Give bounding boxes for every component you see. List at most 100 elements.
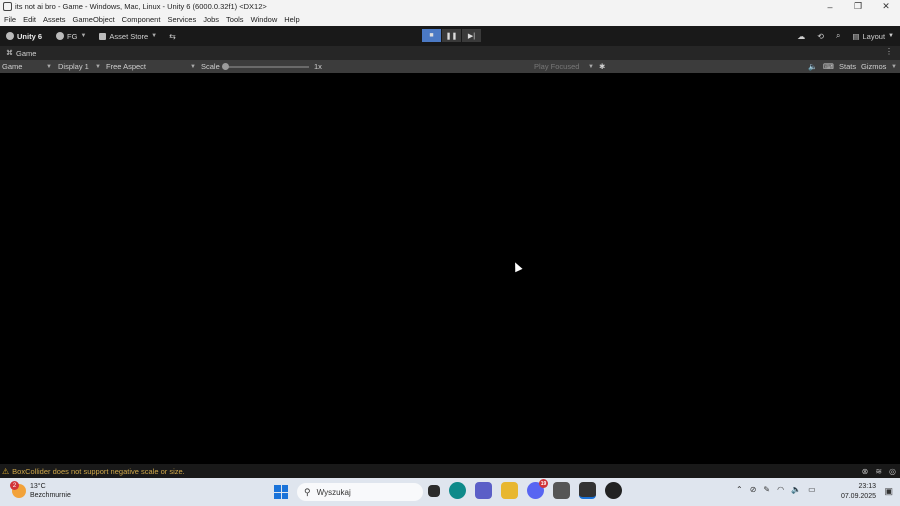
tab-options-icon[interactable]: ⋮ — [885, 47, 893, 56]
tab-game[interactable]: ⌘ Game — [0, 49, 36, 58]
language-icon[interactable]: ✎ — [763, 485, 770, 494]
scale-label: Scale — [201, 62, 220, 71]
history-icon[interactable]: ⟲ — [817, 32, 824, 41]
discord-icon[interactable]: 19 — [527, 479, 548, 499]
gamepad-icon: ⌘ — [6, 50, 13, 57]
network-icon[interactable]: ⊗ — [862, 467, 869, 476]
volume-icon[interactable]: 🔈 — [791, 485, 801, 494]
window-controls: – ❐ ✕ — [816, 0, 900, 13]
scale-slider-handle[interactable] — [222, 63, 229, 70]
wifi-icon[interactable]: ◠ — [777, 485, 784, 494]
menu-help[interactable]: Help — [280, 15, 302, 24]
unity-editor-icon[interactable] — [579, 482, 596, 499]
pause-button[interactable]: ❚❚ — [442, 29, 461, 42]
account-icon — [56, 32, 65, 40]
aspect-label: Free Aspect — [106, 62, 147, 71]
scale-slider[interactable] — [225, 66, 309, 68]
unity-account-button[interactable]: Unity 6 — [6, 32, 42, 41]
layout-dropdown[interactable]: ▤ Layout ▼ — [852, 32, 894, 41]
weather-temperature: 13°C — [30, 483, 46, 490]
menu-gameobject[interactable]: GameObject — [69, 15, 118, 24]
gizmos-label: Gizmos — [861, 62, 887, 71]
menu-file[interactable]: File — [0, 15, 19, 24]
taskbar-clock[interactable]: 23:13 07.09.2025 — [841, 482, 876, 502]
status-icons: ⊗ ≋ ◎ — [862, 464, 896, 478]
cloud-icon[interactable]: ☁ — [797, 32, 805, 41]
system-tray: ⌃ ⊘ ✎ ◠ 🔈 ▭ — [736, 485, 816, 494]
chevron-down-icon: ▼ — [588, 63, 594, 70]
play-button[interactable]: ■ — [422, 29, 441, 42]
menu-tools[interactable]: Tools — [222, 15, 247, 24]
version-control-button[interactable]: ⇆ — [169, 32, 176, 41]
game-viewport[interactable] — [0, 73, 900, 464]
taskbar-search[interactable]: ⚲ Wyszukaj — [297, 483, 423, 501]
branch-icon: ⇆ — [169, 31, 176, 41]
asset-store-label: Asset Store — [109, 31, 149, 41]
menu-edit[interactable]: Edit — [19, 15, 39, 24]
menu-window[interactable]: Window — [247, 15, 281, 24]
unity-logo-icon — [6, 32, 14, 40]
chevron-up-icon[interactable]: ⌃ — [736, 485, 743, 494]
menu-component[interactable]: Component — [118, 15, 164, 24]
game-view-toolbar: Game ▼ Display 1 ▼ Free Aspect ▼ Scale 1… — [0, 60, 900, 73]
display-label: Display 1 — [58, 62, 89, 71]
chevron-down-icon: ▼ — [190, 63, 196, 70]
chevron-down-icon: ▼ — [151, 33, 158, 39]
view-type-label: Game — [2, 62, 23, 71]
display-dropdown[interactable]: Display 1 ▼ — [58, 60, 101, 73]
unity-hub-icon[interactable] — [553, 482, 570, 499]
play-controls: ■ ❚❚ ▶| — [422, 29, 481, 42]
menu-services[interactable]: Services — [163, 15, 199, 24]
search-placeholder: Wyszukaj — [316, 487, 351, 497]
teams-icon[interactable] — [475, 482, 492, 499]
gizmos-dropdown[interactable]: Gizmos ▼ — [861, 60, 897, 73]
app-icon[interactable] — [605, 482, 622, 499]
keyboard-icon[interactable]: ⌨ — [823, 60, 834, 73]
speaker-icon[interactable]: 🔈 — [808, 60, 817, 73]
bug-icon[interactable]: ✱ — [599, 60, 605, 73]
account-dropdown[interactable]: FG ▼ — [56, 32, 86, 41]
blocked-network-icon[interactable]: ⊘ — [750, 485, 757, 494]
console-warning-message[interactable]: BoxCollider does not support negative sc… — [12, 467, 185, 476]
clock-time: 23:13 — [858, 483, 876, 490]
chevron-down-icon: ▼ — [95, 63, 101, 70]
asset-store-dropdown[interactable]: Asset Store ▼ — [99, 32, 157, 41]
progress-icon[interactable]: ◎ — [889, 467, 896, 476]
edge-icon[interactable] — [449, 482, 466, 499]
restore-button[interactable]: ❐ — [844, 0, 872, 13]
battery-icon[interactable]: ▭ — [808, 485, 816, 494]
aspect-dropdown[interactable]: Free Aspect ▼ — [106, 60, 196, 73]
view-type-dropdown[interactable]: Game ▼ — [2, 60, 52, 73]
menu-assets[interactable]: Assets — [39, 15, 69, 24]
status-bar: ⚠ BoxCollider does not support negative … — [0, 464, 900, 478]
close-button[interactable]: ✕ — [872, 0, 900, 13]
step-button[interactable]: ▶| — [462, 29, 481, 42]
minimize-button[interactable]: – — [816, 0, 844, 13]
notification-icon[interactable]: ▣ — [884, 486, 893, 497]
start-button[interactable] — [274, 485, 288, 499]
menu-bar: File Edit Assets GameObject Component Se… — [0, 13, 900, 26]
menu-jobs[interactable]: Jobs — [199, 15, 222, 24]
unity-label: Unity 6 — [17, 31, 43, 41]
window-title: its not ai bro - Game - Windows, Mac, Li… — [15, 2, 267, 11]
chevron-down-icon: ▼ — [888, 33, 894, 39]
warning-icon: ⚠ — [2, 466, 10, 476]
file-explorer-icon[interactable] — [501, 482, 518, 499]
weather-widget[interactable]: 2 13°C Bezchmurnie — [10, 481, 71, 500]
play-mode-label: Play Focused — [534, 62, 580, 71]
search-icon[interactable]: ⌕ — [836, 31, 840, 41]
play-mode-dropdown[interactable]: Play Focused ▼ — [534, 60, 594, 73]
tab-game-label: Game — [16, 48, 37, 58]
unity-app-icon — [3, 2, 12, 11]
scale-value: 1x — [314, 62, 322, 71]
stats-button[interactable]: Stats — [839, 60, 856, 73]
weather-icon: 2 — [10, 481, 26, 498]
account-label: FG — [67, 31, 78, 41]
task-view-icon[interactable] — [428, 485, 440, 497]
title-bar: its not ai bro - Game - Windows, Mac, Li… — [0, 0, 900, 13]
cache-server-icon[interactable]: ≋ — [875, 467, 882, 476]
weather-description: Bezchmurnie — [30, 492, 71, 499]
layout-icon: ▤ — [852, 31, 860, 41]
search-icon: ⚲ — [304, 486, 311, 497]
toolbar-right: ☁ ⟲ ⌕ ▤ Layout ▼ — [797, 26, 894, 46]
